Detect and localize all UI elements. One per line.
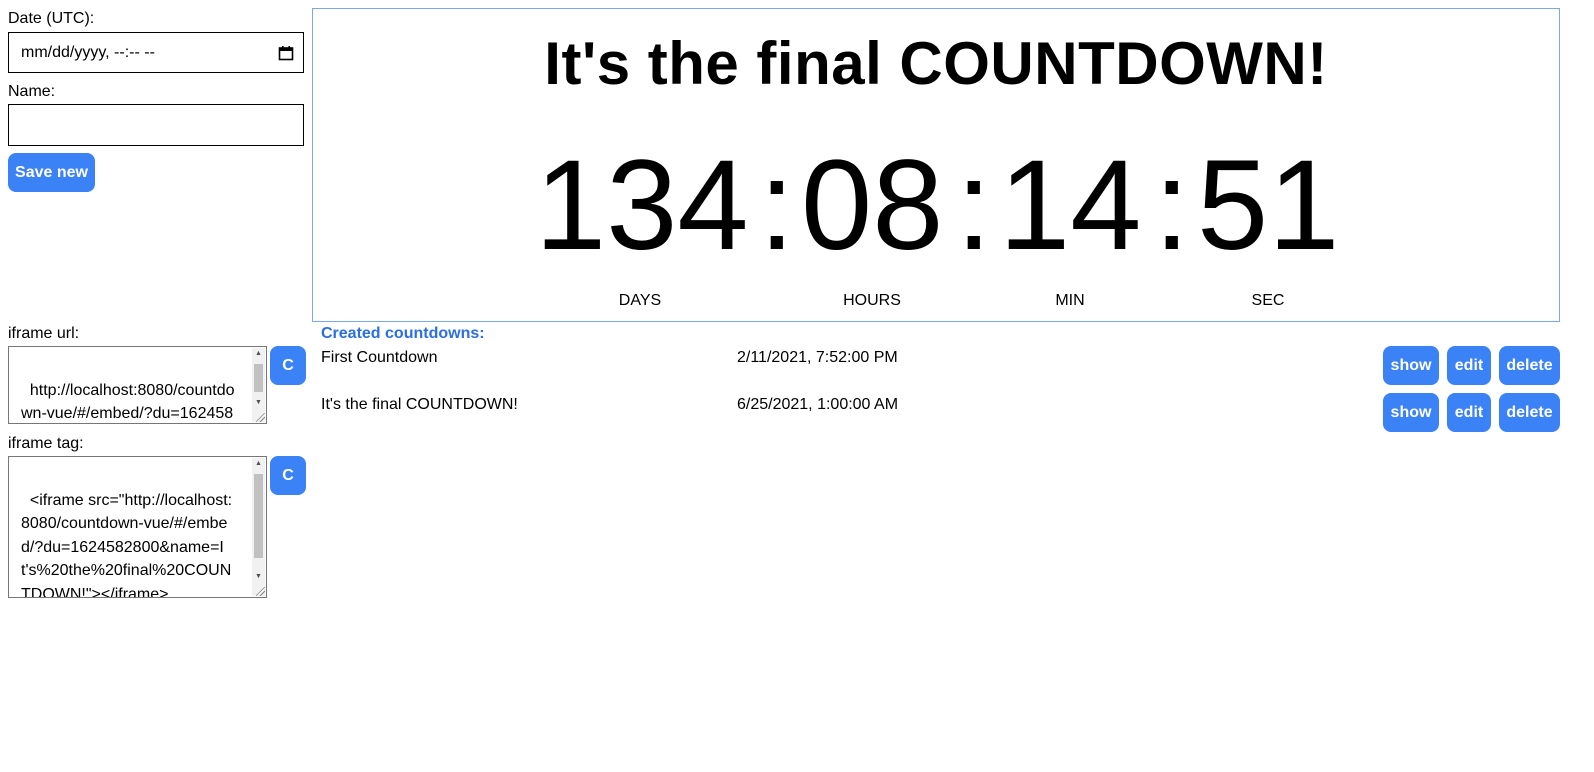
iframe-url-label: iframe url: — [8, 325, 80, 342]
countdown-panel: It's the final COUNTDOWN! 134 : 08 : 14 … — [312, 8, 1560, 322]
delete-button[interactable]: delete — [1499, 393, 1560, 432]
countdown-row-date: 6/25/2021, 1:00:00 AM — [737, 396, 899, 413]
countdown-title: It's the final COUNTDOWN! — [544, 30, 1328, 97]
name-label: Name: — [8, 83, 56, 100]
edit-button[interactable]: edit — [1447, 346, 1491, 385]
date-input-placeholder: mm/dd/yyyy, --:-- -- — [21, 43, 155, 61]
name-input[interactable] — [8, 104, 304, 146]
iframe-tag-text: <iframe src="http://localhost:8080/count… — [21, 491, 233, 598]
scrollbar[interactable]: ▲ ▼ — [252, 348, 265, 422]
scroll-down-icon[interactable]: ▼ — [252, 398, 265, 408]
show-button[interactable]: show — [1383, 393, 1439, 432]
edit-button[interactable]: edit — [1447, 393, 1491, 432]
countdown-row-date: 2/11/2021, 7:52:00 PM — [737, 349, 898, 366]
days-value: 134 — [535, 134, 749, 277]
copy-url-button[interactable]: C — [270, 346, 306, 385]
sec-label: SEC — [1251, 292, 1285, 309]
minutes-value: 14 — [999, 134, 1142, 277]
date-label: Date (UTC): — [8, 10, 95, 27]
date-input[interactable]: mm/dd/yyyy, --:-- -- — [8, 32, 304, 73]
resize-handle-icon[interactable] — [256, 587, 265, 596]
iframe-tag-textarea[interactable]: <iframe src="http://localhost:8080/count… — [8, 456, 267, 598]
min-label: MIN — [1055, 292, 1085, 309]
scroll-thumb[interactable] — [254, 474, 263, 558]
scrollbar[interactable]: ▲ ▼ — [252, 458, 265, 596]
scroll-up-icon[interactable]: ▲ — [252, 459, 265, 469]
separator: : — [956, 134, 992, 277]
resize-handle-icon[interactable] — [256, 413, 265, 422]
countdown-row-name: First Countdown — [321, 349, 438, 366]
countdown-row-name: It's the final COUNTDOWN! — [321, 396, 518, 413]
iframe-url-text: http://localhost:8080/countdown-vue/#/em… — [21, 381, 235, 423]
hours-label: HOURS — [843, 292, 901, 309]
iframe-tag-label: iframe tag: — [8, 435, 84, 452]
calendar-icon[interactable] — [278, 45, 294, 61]
delete-button[interactable]: delete — [1499, 346, 1560, 385]
scroll-up-icon[interactable]: ▲ — [252, 349, 265, 359]
save-new-button[interactable]: Save new — [8, 153, 95, 192]
hours-value: 08 — [801, 134, 944, 277]
show-button[interactable]: show — [1383, 346, 1439, 385]
separator: : — [1154, 134, 1190, 277]
copy-tag-button[interactable]: C — [270, 456, 306, 495]
created-countdowns-header: Created countdowns: — [321, 325, 485, 342]
iframe-url-textarea[interactable]: http://localhost:8080/countdown-vue/#/em… — [8, 346, 267, 424]
scroll-down-icon[interactable]: ▼ — [252, 572, 265, 582]
days-label: DAYS — [618, 292, 662, 309]
scroll-thumb[interactable] — [254, 364, 263, 392]
separator: : — [759, 134, 795, 277]
seconds-value: 51 — [1197, 134, 1340, 277]
